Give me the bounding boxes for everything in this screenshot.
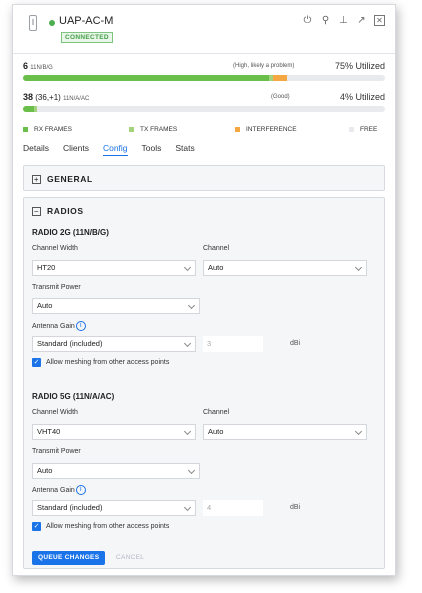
location-icon[interactable]: ⚲: [320, 15, 331, 26]
queue-changes-button[interactable]: QUEUE CHANGES: [32, 551, 106, 565]
checkbox-checked-icon[interactable]: ✓: [32, 358, 41, 367]
usage-5g: 38 (36,+1) 11N/A/AC (Good) 4% Utilized: [23, 92, 385, 114]
radio-2g-gain-unit: dBi: [290, 340, 301, 347]
radio-2g-channel-width-select[interactable]: HT20: [32, 260, 196, 276]
radio-5g-tx-power-select[interactable]: Auto: [32, 463, 200, 479]
legend-rx: RX FRAMES: [23, 126, 72, 133]
usage-5g-bar: [23, 106, 385, 112]
info-icon[interactable]: i: [75, 485, 86, 495]
usage-5g-utilization: 4% Utilized: [339, 92, 385, 102]
chevron-down-icon: [183, 427, 192, 436]
radio-5g-gain-input[interactable]: 4: [203, 500, 263, 516]
usage-2g: 6 11N/B/G (High, likely a problem) 75% U…: [23, 61, 385, 83]
tab-clients[interactable]: Clients: [63, 143, 89, 156]
header-divider: [13, 53, 395, 54]
general-header[interactable]: + GENERAL: [32, 174, 93, 184]
radio-2g-channel-select[interactable]: Auto: [203, 260, 367, 276]
radio-2g-channel-width-label: Channel Width: [32, 245, 78, 252]
checkbox-checked-icon[interactable]: ✓: [32, 522, 41, 531]
usage-2g-interference: [272, 75, 288, 81]
usage-legend: RX FRAMES TX FRAMES INTERFERENCE FREE: [23, 126, 385, 136]
chevron-down-icon: [354, 263, 363, 272]
legend-interference: INTERFERENCE: [235, 126, 297, 133]
chevron-down-icon: [187, 466, 196, 475]
usage-2g-rx: [23, 75, 270, 81]
cancel-button[interactable]: CANCEL: [116, 551, 144, 565]
chevron-down-icon: [354, 427, 363, 436]
expand-icon: +: [32, 174, 41, 184]
radio-2g-channel-label: Channel: [203, 245, 230, 252]
radio-2g-title: RADIO 2G (11N/B/G): [32, 228, 109, 237]
device-properties-panel: UAP-AC-M CONNECTED ⏻ ⚲ ⊥ ↗ ✕ 6 11N/B/G (…: [12, 4, 396, 576]
legend-free: FREE: [349, 126, 377, 133]
radio-2g-tx-power-label: Transmit Power: [32, 284, 81, 291]
usage-5g-clients: 38 (36,+1) 11N/A/AC: [23, 92, 90, 102]
access-point-icon: [29, 15, 37, 31]
radio-5g-channel-select[interactable]: Auto: [203, 424, 367, 440]
radio-5g-channel-width-select[interactable]: VHT40: [32, 424, 196, 440]
radio-5g-antenna-gain-label: Antenna Gain i: [32, 485, 86, 495]
status-dot: [49, 20, 55, 26]
usage-2g-bar: [23, 75, 385, 81]
network-icon[interactable]: ⊥: [338, 15, 349, 26]
usage-5g-tx: [33, 106, 38, 112]
tab-stats[interactable]: Stats: [175, 143, 194, 156]
status-badge: CONNECTED: [61, 32, 113, 43]
close-icon[interactable]: ✕: [374, 15, 385, 26]
chevron-down-icon: [183, 263, 192, 272]
radio-5g-antenna-select[interactable]: Standard (included): [32, 500, 196, 516]
device-name: UAP-AC-M: [59, 15, 114, 27]
panel-header: UAP-AC-M CONNECTED ⏻ ⚲ ⊥ ↗ ✕: [13, 5, 395, 55]
radio-5g-title: RADIO 5G (11N/A/AC): [32, 392, 115, 401]
radios-header[interactable]: − RADIOS: [32, 206, 84, 216]
radio-2g-tx-power-select[interactable]: Auto: [32, 298, 200, 314]
radio-5g-channel-width-label: Channel Width: [32, 409, 78, 416]
usage-5g-quality: (Good): [271, 94, 290, 100]
tab-tools[interactable]: Tools: [142, 143, 162, 156]
usage-2g-quality: (High, likely a problem): [233, 63, 295, 69]
tab-config[interactable]: Config: [102, 143, 128, 156]
tab-details[interactable]: Details: [23, 143, 49, 156]
radio-5g-gain-unit: dBi: [290, 504, 301, 511]
usage-5g-rx: [23, 106, 34, 112]
radio-2g-gain-input[interactable]: 3: [203, 336, 263, 352]
header-actions: ⏻ ⚲ ⊥ ↗ ✕: [302, 15, 385, 26]
tab-bar: Details Clients Config Tools Stats: [23, 143, 209, 156]
radio-5g-meshing-row[interactable]: ✓ Allow meshing from other access points: [32, 522, 169, 531]
usage-2g-utilization: 75% Utilized: [334, 61, 385, 71]
legend-tx: TX FRAMES: [129, 126, 177, 133]
chevron-down-icon: [183, 339, 192, 348]
collapse-icon: −: [32, 206, 41, 216]
radios-section: − RADIOS RADIO 2G (11N/B/G) Channel Widt…: [23, 197, 385, 569]
popout-icon[interactable]: ↗: [356, 15, 367, 26]
radio-2g-antenna-gain-label: Antenna Gain i: [32, 321, 86, 331]
chevron-down-icon: [183, 503, 192, 512]
radio-5g-channel-label: Channel: [203, 409, 230, 416]
chevron-down-icon: [187, 301, 196, 310]
radio-2g-meshing-row[interactable]: ✓ Allow meshing from other access points: [32, 358, 169, 367]
radio-2g-antenna-select[interactable]: Standard (included): [32, 336, 196, 352]
general-section[interactable]: + GENERAL: [23, 165, 385, 191]
power-icon[interactable]: ⏻: [302, 15, 313, 26]
usage-2g-clients: 6 11N/B/G: [23, 61, 53, 71]
radio-5g-tx-power-label: Transmit Power: [32, 448, 81, 455]
info-icon[interactable]: i: [75, 321, 86, 331]
